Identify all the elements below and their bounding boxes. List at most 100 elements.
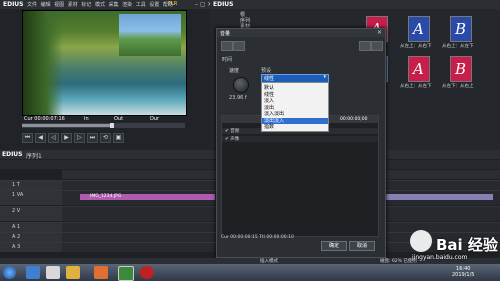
volume-dialog: 音量 ✕ 时间 速度 23.96 f 预设 线性 ▾ 00:00:00;00 ✔…: [216, 28, 386, 258]
in-label: In: [84, 116, 89, 122]
preset-selected-value: 线性: [264, 76, 275, 82]
mode-badge[interactable]: PLR: [168, 1, 177, 7]
settings-icon[interactable]: [233, 41, 245, 51]
playback-controls: ⏮ ◀ ◁ ▶ ▷ ⏭ ⟲ ▣: [22, 133, 212, 143]
video-preview: [22, 10, 187, 116]
sequence-name[interactable]: 序列1: [26, 151, 42, 160]
graph-row-pan[interactable]: ✔ 声像: [222, 136, 378, 142]
speed-knob-box: [227, 67, 257, 97]
playback-button[interactable]: ⏮: [22, 133, 33, 143]
track-header[interactable]: A 2: [0, 233, 62, 242]
track-name: A 1: [12, 224, 21, 230]
ok-button[interactable]: 确定: [321, 241, 347, 251]
thumbnail-caption: 从左上：从右下: [400, 44, 432, 49]
track-name: 2 V: [12, 208, 21, 214]
track-header[interactable]: A 3: [0, 243, 62, 252]
preset-option[interactable]: 默认: [264, 85, 326, 91]
preset-option[interactable]: 淡入淡出: [264, 111, 326, 117]
cancel-button[interactable]: 取消: [349, 241, 375, 251]
track-name: 1 T: [12, 182, 20, 188]
watermark-text: Bai 经验: [436, 236, 498, 254]
preset-option[interactable]: 淡出: [264, 105, 326, 111]
preset-dropdown-list: 默认 线性 淡入 淡出 淡入淡出 淡出淡入 指数: [261, 82, 329, 132]
preset-label: 预设: [261, 68, 272, 74]
position-fill: [22, 124, 112, 127]
playback-button[interactable]: ◁: [48, 133, 59, 143]
playback-button[interactable]: ◀: [35, 133, 46, 143]
playback-button[interactable]: ▶: [61, 133, 72, 143]
clip-label: IMG_1234.JPG: [90, 194, 122, 199]
cur-timecode: Cur 00:00:07:16: [24, 116, 65, 122]
player-window: EDIUS 文件 编辑 视图 素材 标记 模式 采集 渲染 工具 设置 帮助 P…: [0, 0, 216, 150]
preset-option[interactable]: 淡入: [264, 98, 326, 104]
start-button[interactable]: [3, 266, 16, 279]
plus-icon[interactable]: [371, 41, 383, 51]
timeline-app-name: EDIUS: [2, 151, 23, 158]
taskbar: 16:40 2019/1/5: [0, 264, 500, 281]
edius-icon[interactable]: [118, 266, 134, 281]
app-name: EDIUS: [3, 1, 24, 8]
bin-titlebar: EDIUS: [210, 0, 500, 9]
track-name: A 3: [12, 244, 21, 250]
track-name: 1 VA: [12, 192, 24, 198]
position-knob[interactable]: [109, 123, 114, 128]
title-preset-thumbnail[interactable]: A: [408, 16, 430, 42]
row-label: ✔ 声像: [225, 137, 240, 142]
title-preset-thumbnail[interactable]: B: [450, 56, 472, 82]
speed-knob[interactable]: [233, 77, 249, 93]
baidu-watermark: Bai 经验 jingyan.baidu.com: [408, 228, 498, 264]
preset-option[interactable]: 淡出淡入: [262, 117, 328, 124]
firefox-icon[interactable]: [94, 266, 108, 279]
title-preset-thumbnail[interactable]: B: [450, 16, 472, 42]
track-header[interactable]: 2 V: [0, 207, 62, 221]
paw-icon: [410, 230, 432, 252]
watermark-url: jingyan.baidu.com: [412, 254, 468, 261]
folder-icon[interactable]: [66, 266, 80, 279]
dialog-title: 音量: [220, 31, 231, 37]
thumbnail-letter: B: [455, 60, 467, 78]
playback-button[interactable]: ⟲: [100, 133, 111, 143]
thumbnail-letter: A: [413, 20, 424, 38]
track-name: A 2: [12, 234, 21, 240]
speed-value: 23.96 f: [229, 95, 247, 101]
dur-label: Dur: [150, 116, 160, 122]
menu-bar[interactable]: 文件 编辑 视图 素材 标记 模式 采集 渲染 工具 设置 帮助: [27, 1, 173, 8]
thumbnail-caption: 从右上：从左下: [442, 44, 474, 49]
close-icon[interactable]: ✕: [377, 29, 382, 36]
title-preset-thumbnail[interactable]: A: [408, 56, 430, 82]
graph-timecode: 00:00:00;00: [340, 117, 368, 122]
thumbnail-caption: 从左下：从右上: [442, 84, 474, 89]
timecode-row: Cur 00:00:07:16 In Out Dur: [22, 115, 185, 123]
thumbnail-caption: 从右上：从左下: [400, 84, 432, 89]
dialog-titlebar: 音量 ✕: [217, 29, 385, 37]
media-icon[interactable]: [46, 266, 60, 279]
track-header[interactable]: A 1: [0, 223, 62, 232]
out-label: Out: [114, 116, 124, 122]
dialog-iconbar: [221, 41, 383, 51]
playback-button[interactable]: ▷: [74, 133, 85, 143]
playback-button[interactable]: ⏭: [87, 133, 98, 143]
thumbnail-letter: A: [413, 60, 424, 78]
recorder-icon[interactable]: [140, 266, 154, 279]
preset-option[interactable]: 线性: [264, 92, 326, 98]
player-titlebar: EDIUS 文件 编辑 视图 素材 标记 模式 采集 渲染 工具 设置 帮助 P…: [0, 0, 215, 9]
position-slider[interactable]: [22, 123, 185, 128]
chevron-down-icon: ▾: [323, 74, 326, 80]
clock[interactable]: 16:40 2019/1/5: [452, 266, 474, 278]
waveform-icon[interactable]: [221, 41, 233, 51]
video-forest-left: [23, 11, 63, 115]
track-header[interactable]: 1 T: [0, 181, 62, 190]
video-clip-2[interactable]: [378, 194, 493, 200]
explorer-icon[interactable]: [26, 266, 40, 279]
preset-option[interactable]: 指数: [264, 124, 326, 130]
video-clip[interactable]: IMG_1234.JPG: [80, 194, 215, 200]
playback-button[interactable]: ▣: [113, 133, 124, 143]
row-label: ✔ 音频: [225, 129, 240, 134]
clock-date: 2019/1/5: [452, 272, 475, 278]
bin-app-name: EDIUS: [213, 1, 234, 8]
keyframe-graph[interactable]: 00:00:00;00 ✔ 音频 ✔ 声像: [221, 115, 379, 237]
thumbnail-letter: B: [455, 20, 467, 38]
minus-icon[interactable]: [359, 41, 371, 51]
track-header[interactable]: 1 VA: [0, 191, 62, 205]
section-time-label: 时间: [222, 57, 233, 63]
